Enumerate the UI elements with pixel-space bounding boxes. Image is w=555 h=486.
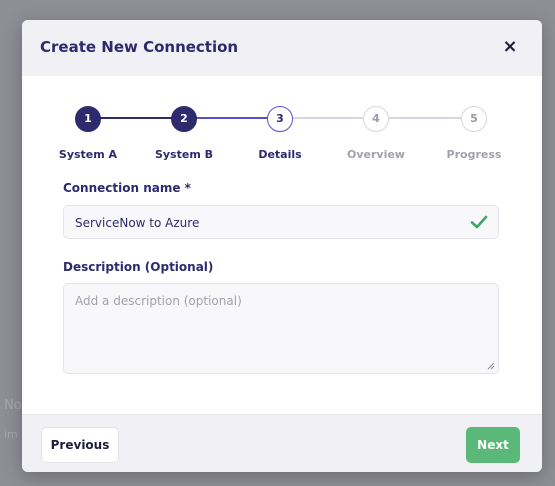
step-5-circle: 5 [461, 106, 487, 132]
modal-title: Create New Connection [40, 38, 239, 56]
step-4-circle: 4 [363, 106, 389, 132]
backdrop-text-fragment: im [4, 428, 18, 441]
previous-button[interactable]: Previous [41, 427, 119, 463]
modal-footer: Previous Next [22, 414, 542, 472]
step-connector [88, 117, 184, 119]
step-4-label: Overview [347, 148, 405, 161]
step-1-circle: 1 [75, 106, 101, 132]
step-3-label: Details [258, 148, 302, 161]
close-icon[interactable]: × [500, 36, 520, 58]
description-textarea[interactable]: Add a description (optional) [63, 283, 499, 374]
step-connector [184, 117, 280, 119]
step-3-circle: 3 [267, 106, 293, 132]
description-label: Description (Optional) [63, 260, 214, 274]
backdrop-text-fragment: No [4, 398, 22, 413]
step-2-label: System B [154, 148, 214, 161]
step-connector [280, 117, 376, 119]
resize-handle-icon[interactable] [487, 362, 495, 370]
connection-name-value: ServiceNow to Azure [75, 216, 200, 230]
connection-name-label: Connection name * [63, 181, 191, 195]
step-1-label: System A [58, 148, 118, 161]
connection-name-input[interactable]: ServiceNow to Azure [63, 205, 499, 239]
step-2-circle: 2 [171, 106, 197, 132]
step-5-label: Progress [446, 148, 502, 161]
stepper: 1 2 3 4 5 System A System B Details Over… [22, 102, 542, 162]
step-connector [376, 117, 474, 119]
description-placeholder: Add a description (optional) [75, 294, 242, 308]
next-button[interactable]: Next [466, 427, 520, 463]
create-connection-modal: Create New Connection × 1 2 3 4 5 System… [22, 20, 542, 472]
check-icon [470, 215, 488, 229]
modal-header: Create New Connection × [22, 20, 542, 76]
